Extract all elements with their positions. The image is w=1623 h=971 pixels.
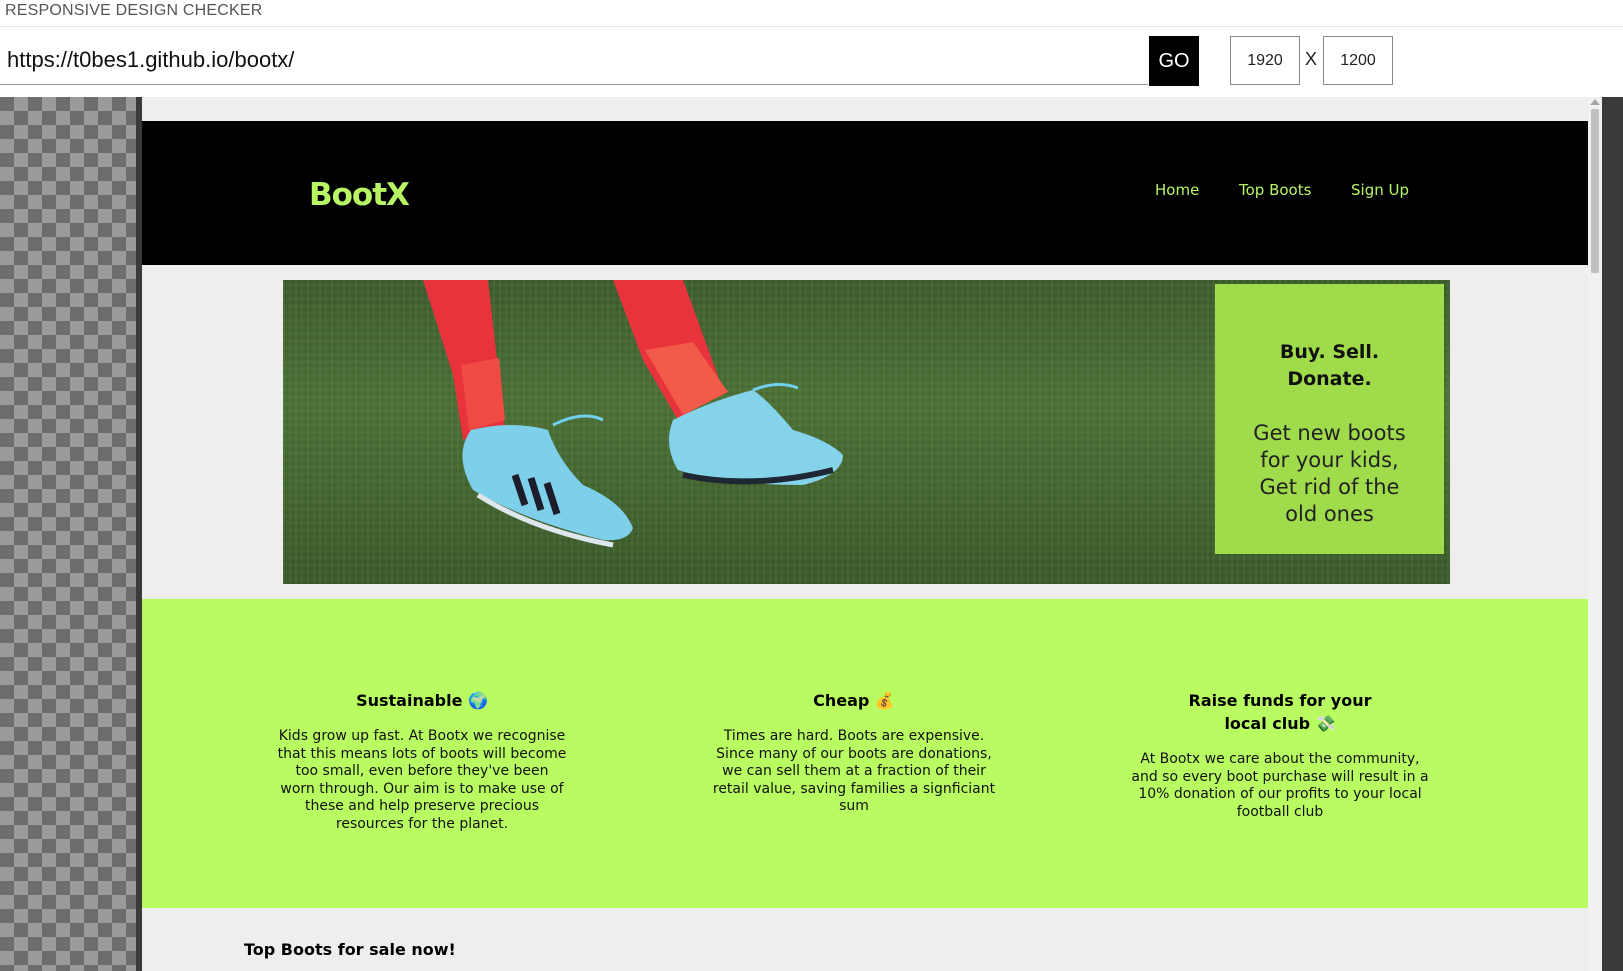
go-button[interactable]: GO [1149, 36, 1199, 86]
features-section: Sustainable 🌍 Kids grow up fast. At Boot… [142, 599, 1588, 908]
nav-link-sign-up[interactable]: Sign Up [1351, 181, 1409, 199]
feature-title: Raise funds for your local club 💸 [1188, 691, 1372, 733]
hero-image: Buy. Sell. Donate. Get new boots for you… [283, 280, 1450, 584]
app-title: RESPONSIVE DESIGN CHECKER [5, 2, 263, 19]
player-legs-illustration [423, 280, 843, 548]
feature-text: Times are hard. Boots are expensive. Sin… [712, 728, 996, 814]
callout-text-line3: Get rid of the [1259, 475, 1400, 499]
callout-title-line1: Buy. Sell. [1279, 341, 1380, 363]
callout-text-line2: for your kids, [1260, 448, 1399, 472]
preview-scrollbar[interactable] [1588, 97, 1602, 971]
feature-text: At Bootx we care about the community, an… [1131, 751, 1429, 820]
feature-raise-funds: Raise funds for your local club 💸 At Boo… [1130, 689, 1430, 821]
site-logo[interactable]: BootX [309, 177, 410, 213]
feature-title: Sustainable 🌍 [356, 691, 488, 710]
callout-text: Get new boots for your kids, Get rid of … [1215, 420, 1444, 528]
width-input[interactable] [1230, 36, 1300, 85]
callout-text-line4: old ones [1285, 502, 1374, 526]
nav-link-top-boots[interactable]: Top Boots [1239, 181, 1311, 199]
height-input[interactable] [1323, 36, 1393, 85]
feature-sustainable: Sustainable 🌍 Kids grow up fast. At Boot… [277, 689, 567, 833]
site-navbar: BootX Home Top Boots Sign Up [142, 121, 1588, 265]
frame-border-right [1602, 97, 1623, 971]
scroll-thumb[interactable] [1591, 109, 1599, 273]
callout-text-line1: Get new boots [1253, 421, 1406, 445]
feature-title: Cheap 💰 [813, 691, 895, 710]
title-divider [0, 26, 1623, 27]
feature-cheap: Cheap 💰 Times are hard. Boots are expens… [709, 689, 999, 816]
dimension-separator: X [1305, 49, 1318, 69]
url-input[interactable] [0, 36, 1148, 85]
feature-text: Kids grow up fast. At Bootx we recognise… [277, 728, 567, 832]
hero-callout: Buy. Sell. Donate. Get new boots for you… [1215, 284, 1444, 554]
nav-link-home[interactable]: Home [1155, 181, 1199, 199]
section-heading-top-boots: Top Boots for sale now! [244, 940, 456, 959]
scroll-up-arrow-icon[interactable] [1590, 99, 1600, 105]
preview-frame: BootX Home Top Boots Sign Up Buy. Sell. … [142, 97, 1588, 971]
callout-title-line2: Donate. [1287, 368, 1372, 390]
